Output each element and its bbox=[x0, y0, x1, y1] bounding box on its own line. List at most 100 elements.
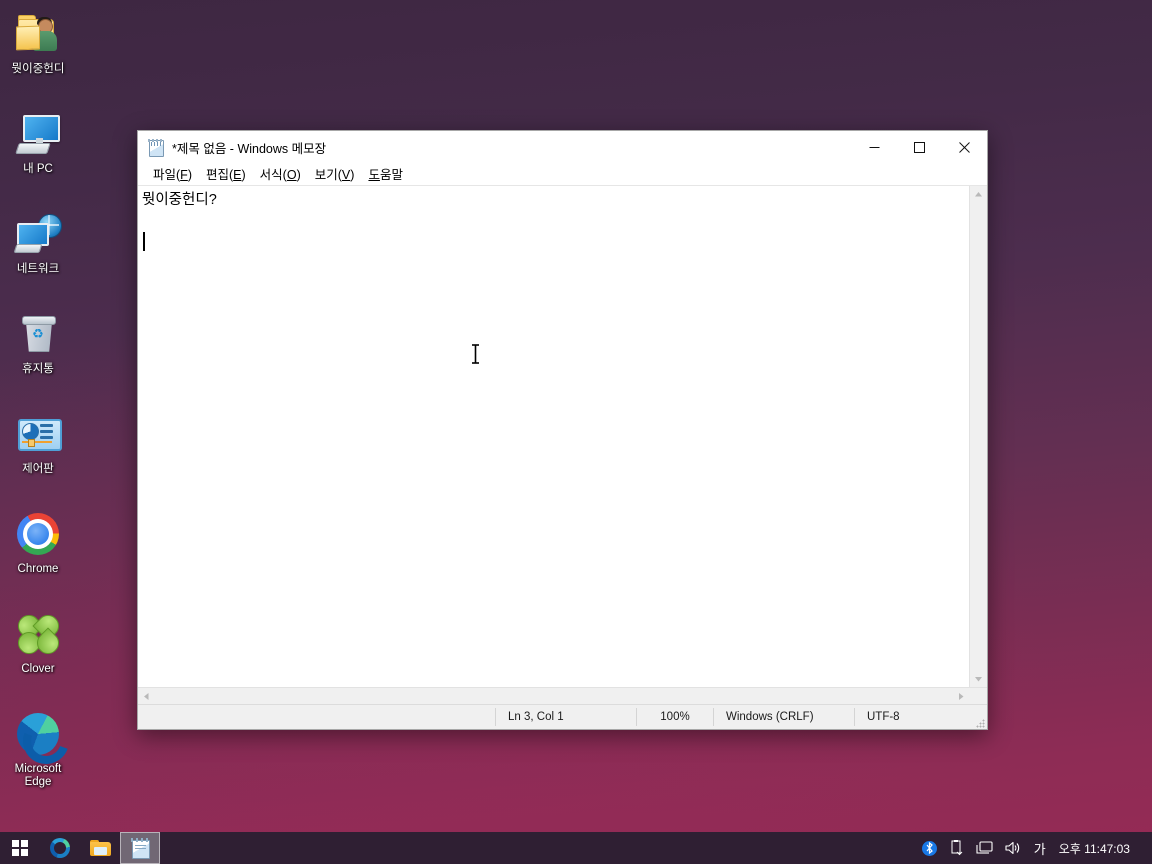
tray-volume[interactable] bbox=[999, 832, 1027, 864]
scroll-left-button[interactable] bbox=[138, 688, 155, 704]
close-button[interactable] bbox=[942, 131, 987, 163]
desktop[interactable]: 뭣이중헌디 내 PC 네트워크 ♻ 휴지통 제어판 Chrome Clover … bbox=[0, 0, 1152, 864]
desktop-icon-label: 내 PC bbox=[23, 163, 53, 175]
recycle-bin-icon: ♻ bbox=[14, 310, 62, 358]
desktop-icon-clover[interactable]: Clover bbox=[0, 604, 76, 704]
menu-label: 편집( bbox=[205, 168, 234, 182]
window-titlebar[interactable]: *제목 없음 - Windows 메모장 bbox=[138, 131, 987, 163]
menu-item-file[interactable]: 파일(F) bbox=[146, 163, 199, 184]
menu-item-edit[interactable]: 편집(E) bbox=[199, 163, 253, 184]
hscroll-right-group bbox=[953, 688, 987, 704]
status-line-ending: Windows (CRLF) bbox=[713, 708, 854, 726]
edge-icon bbox=[14, 710, 77, 772]
menu-item-format[interactable]: 서식(O) bbox=[253, 163, 308, 184]
scroll-up-icon bbox=[975, 191, 982, 196]
notepad-icon bbox=[148, 138, 165, 157]
desktop-icon-edge[interactable]: Microsoft Edge bbox=[0, 704, 77, 804]
scroll-up-button[interactable] bbox=[970, 186, 987, 202]
start-button[interactable] bbox=[0, 832, 40, 864]
status-zoom: 100% bbox=[636, 708, 713, 726]
notepad-icon bbox=[130, 838, 150, 859]
menu-label-post: ) bbox=[350, 168, 355, 182]
volume-icon bbox=[1005, 841, 1019, 855]
network-icon bbox=[13, 210, 62, 258]
system-tray: 가 오후 11:47:03 bbox=[916, 832, 1152, 864]
minimize-button[interactable] bbox=[852, 131, 897, 163]
menu-label: 보기( bbox=[314, 168, 342, 182]
menu-bar: 파일(F) 편집(E) 서식(O) 보기(V) 도움말 bbox=[138, 163, 987, 185]
menu-label-post: ) bbox=[241, 168, 246, 182]
desktop-icon-label: 뭣이중헌디 bbox=[11, 63, 65, 75]
taskbar-buttons bbox=[0, 832, 160, 864]
tray-bluetooth[interactable] bbox=[916, 832, 943, 864]
editor-area[interactable]: 뭣이중헌디? bbox=[138, 185, 987, 687]
desktop-icon-label: Clover bbox=[21, 663, 55, 675]
menu-item-help[interactable]: 도움말 bbox=[361, 163, 410, 184]
menu-accelerator: F bbox=[180, 168, 188, 182]
file-explorer-icon bbox=[89, 839, 111, 857]
scroll-down-button[interactable] bbox=[970, 671, 987, 687]
edge-icon bbox=[50, 838, 70, 858]
desktop-icon-label: Microsoft Edge bbox=[14, 763, 62, 788]
tray-usb-eject[interactable] bbox=[943, 832, 970, 864]
desktop-icon-label: 제어판 bbox=[22, 463, 54, 475]
text-line-2 bbox=[142, 211, 966, 232]
taskbar[interactable]: 가 오후 11:47:03 bbox=[0, 832, 1152, 864]
horizontal-scrollbar[interactable] bbox=[138, 687, 987, 704]
status-encoding: UTF-8 bbox=[854, 708, 967, 726]
taskbar-clock[interactable]: 오후 11:47:03 bbox=[1053, 840, 1138, 857]
maximize-button[interactable] bbox=[897, 131, 942, 163]
resize-grip[interactable] bbox=[967, 704, 987, 730]
text-caret bbox=[143, 232, 145, 251]
desktop-icon-column: 뭣이중헌디 내 PC 네트워크 ♻ 휴지통 제어판 Chrome Clover … bbox=[0, 4, 77, 804]
menu-label-post: 움말 bbox=[379, 168, 403, 182]
desktop-icon-my-pc[interactable]: 내 PC bbox=[0, 104, 76, 204]
menu-accelerator: O bbox=[286, 168, 297, 182]
scroll-right-icon bbox=[959, 692, 964, 700]
taskbar-item-file-explorer[interactable] bbox=[80, 832, 120, 864]
desktop-icon-user-folder[interactable]: 뭣이중헌디 bbox=[0, 4, 76, 104]
taskbar-item-edge[interactable] bbox=[40, 832, 80, 864]
menu-accelerator: V bbox=[341, 168, 351, 182]
menu-label-post: ) bbox=[296, 168, 301, 182]
desktop-icon-recycle-bin[interactable]: ♻ 휴지통 bbox=[0, 304, 76, 404]
mouse-ibeam-cursor bbox=[470, 344, 481, 364]
window-title: *제목 없음 - Windows 메모장 bbox=[172, 141, 327, 156]
desktop-icon-label: 휴지통 bbox=[22, 363, 54, 375]
minimize-icon bbox=[869, 146, 880, 148]
status-position: Ln 3, Col 1 bbox=[495, 708, 636, 726]
desktop-icon-network[interactable]: 네트워크 bbox=[0, 204, 76, 304]
desktop-icon-control-panel[interactable]: 제어판 bbox=[0, 404, 76, 504]
menu-accelerator: E bbox=[233, 168, 242, 182]
network-icon bbox=[976, 841, 993, 854]
menu-label: 서식( bbox=[259, 168, 287, 182]
menu-label: 파일( bbox=[153, 168, 181, 182]
usb-eject-icon bbox=[951, 840, 963, 856]
control-panel-icon bbox=[14, 410, 62, 458]
menu-accelerator: 도 bbox=[368, 168, 380, 182]
desktop-icon-label: Chrome bbox=[17, 563, 59, 575]
user-folder-icon bbox=[14, 10, 62, 58]
tray-ime-indicator[interactable]: 가 bbox=[1027, 832, 1053, 864]
text-line-1: 뭣이중헌디? bbox=[142, 192, 217, 208]
menu-label-post: ) bbox=[187, 168, 192, 182]
maximize-icon bbox=[914, 141, 925, 153]
menu-item-view[interactable]: 보기(V) bbox=[308, 163, 362, 184]
desktop-icon-chrome[interactable]: Chrome bbox=[0, 504, 76, 604]
text-line-3 bbox=[142, 232, 966, 253]
desktop-icon-label: 네트워크 bbox=[16, 263, 60, 275]
scroll-left-icon bbox=[144, 692, 149, 700]
scroll-down-icon bbox=[975, 676, 982, 681]
notepad-window[interactable]: *제목 없음 - Windows 메모장 파일(F) 편집(E) 서식(O) 보… bbox=[137, 130, 988, 730]
window-controls bbox=[852, 131, 987, 163]
scroll-right-button[interactable] bbox=[953, 688, 970, 704]
tray-network[interactable] bbox=[970, 832, 999, 864]
taskbar-item-notepad[interactable] bbox=[120, 832, 160, 864]
bluetooth-icon bbox=[921, 840, 937, 856]
text-editor[interactable]: 뭣이중헌디? bbox=[138, 186, 969, 687]
show-desktop-button[interactable] bbox=[1138, 832, 1144, 864]
close-icon bbox=[959, 141, 970, 153]
chrome-icon bbox=[14, 510, 62, 558]
status-bar: Ln 3, Col 1 100% Windows (CRLF) UTF-8 bbox=[138, 704, 987, 729]
vertical-scrollbar[interactable] bbox=[969, 186, 987, 687]
